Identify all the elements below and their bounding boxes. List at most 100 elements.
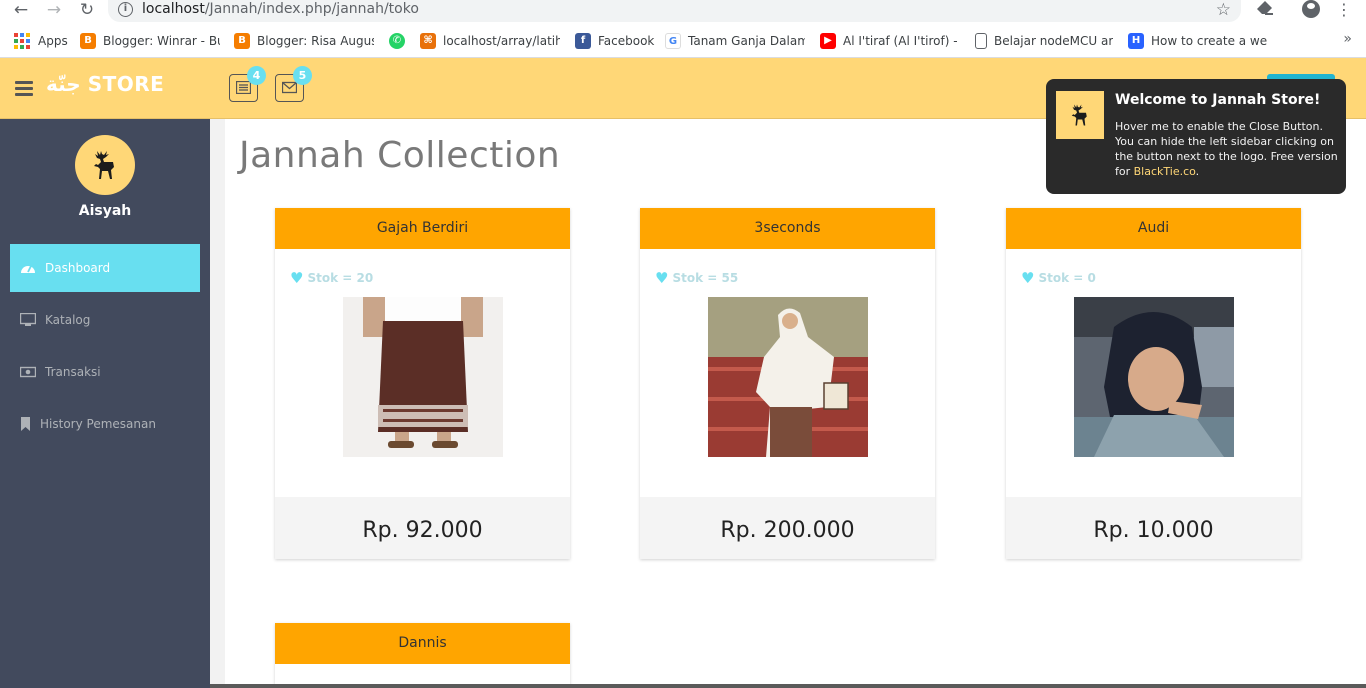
- heart-icon: ♥: [1021, 269, 1035, 287]
- main-content: Jannah Collection Gajah Berdiri ♥ Stok = …: [225, 119, 1366, 688]
- logo-arabic: جنّة: [46, 72, 81, 96]
- bookmark-label: Belajar nodeMCU ard: [994, 34, 1113, 48]
- avatar[interactable]: [75, 135, 135, 195]
- sidebar-item-label: History Pemesanan: [40, 417, 156, 431]
- bookmark-star-icon[interactable]: ☆: [1216, 0, 1231, 20]
- logo-text: STORE: [87, 72, 165, 96]
- user-name: Aisyah: [78, 203, 132, 219]
- product-body: ♥ Stok = 0: [1006, 249, 1301, 497]
- address-bar[interactable]: i localhost/Jannah/index.php/jannah/toko…: [108, 0, 1241, 22]
- bookmark-blogger-winrar[interactable]: B Blogger: Winrar - Bua: [80, 32, 220, 50]
- bookmark-label: Apps: [38, 34, 68, 48]
- bookmark-label: Blogger: Risa August: [257, 34, 374, 48]
- messages-button[interactable]: 5: [275, 66, 312, 102]
- sarong-photo[interactable]: [343, 297, 503, 457]
- youtube-icon: ▶: [820, 33, 836, 49]
- product-card[interactable]: 3seconds ♥ Stok = 55 Rp. 200.000: [640, 208, 935, 559]
- blogger-icon: B: [80, 33, 96, 49]
- localhost-icon: ⌘: [420, 33, 436, 49]
- page-title: Jannah Collection: [239, 135, 561, 176]
- heart-icon: ♥: [290, 269, 304, 287]
- hashnode-icon: H: [1128, 33, 1144, 49]
- product-name: 3seconds: [640, 208, 935, 249]
- blogger-icon: B: [234, 33, 250, 49]
- bookmark-facebook[interactable]: f Facebook: [575, 32, 655, 50]
- sidebar-item-dashboard[interactable]: Dashboard: [10, 244, 200, 292]
- stock-info: ♥ Stok = 55: [655, 269, 738, 287]
- sidebar-toggle-icon[interactable]: [15, 81, 33, 96]
- sidebar-item-katalog[interactable]: Katalog: [10, 296, 200, 344]
- product-price: Rp. 92.000: [275, 497, 570, 559]
- product-card[interactable]: Gajah Berdiri ♥ Stok = 20 Rp. 92.000: [275, 208, 570, 559]
- bookmark-label: Blogger: Winrar - Bua: [103, 34, 220, 48]
- stock-info: ♥ Stok = 20: [290, 269, 373, 287]
- welcome-notification[interactable]: Welcome to Jannah Store! Hover me to ena…: [1046, 79, 1346, 194]
- bookmark-al-itiraf[interactable]: ▶ Al I'tiraf (Al I'tirof) - S: [820, 32, 960, 50]
- deer-icon: [94, 151, 114, 179]
- notification-title: Welcome to Jannah Store!: [1115, 92, 1321, 108]
- messages-badge: 5: [293, 66, 312, 85]
- product-price: Rp. 200.000: [640, 497, 935, 559]
- tasks-badge: 4: [247, 66, 266, 85]
- document-icon: [975, 33, 987, 49]
- blacktie-link[interactable]: BlackTie.co: [1134, 165, 1196, 178]
- product-card[interactable]: Audi ♥ Stok = 0 Rp. 10.000: [1006, 208, 1301, 559]
- reload-icon[interactable]: ↻: [76, 0, 98, 20]
- bookmark-nodemcu[interactable]: Belajar nodeMCU ard: [975, 32, 1113, 50]
- stock-label: Stok = 55: [672, 271, 739, 285]
- notification-suffix: .: [1195, 165, 1200, 178]
- product-name: Dannis: [275, 623, 570, 664]
- browser-toolbar: ← → ↻ i localhost/Jannah/index.php/janna…: [0, 0, 1366, 24]
- apps-grid-icon: [14, 33, 30, 49]
- eraser-extension-icon[interactable]: [1255, 0, 1275, 20]
- bookmark-apps[interactable]: Apps: [14, 32, 74, 50]
- url-host: localhost: [142, 1, 205, 17]
- bookmark-icon: [20, 417, 31, 431]
- sidebar-item-label: Transaksi: [45, 365, 101, 379]
- info-icon[interactable]: i: [118, 2, 133, 17]
- profile-icon[interactable]: [1302, 0, 1320, 18]
- sidebar-item-label: Katalog: [45, 313, 91, 327]
- product-card[interactable]: Dannis: [275, 623, 570, 688]
- bookmark-label: Facebook: [598, 34, 655, 48]
- product-body: ♥ Stok = 55: [640, 249, 935, 497]
- menu-dots-icon[interactable]: ⋮: [1334, 0, 1354, 20]
- whatsapp-icon: ✆: [389, 33, 405, 49]
- url-path: /Jannah/index.php/jannah/toko: [204, 1, 419, 17]
- hijab-woman-bridge-photo[interactable]: [708, 297, 868, 457]
- sidebar-item-transaksi[interactable]: Transaksi: [10, 348, 200, 396]
- facebook-icon: f: [575, 33, 591, 49]
- bookmark-label: Al I'tiraf (Al I'tirof) - S: [843, 34, 960, 48]
- bookmark-localhost-array[interactable]: ⌘ localhost/array/latiha: [420, 32, 560, 50]
- heart-icon: ♥: [655, 269, 669, 287]
- google-icon: G: [665, 33, 681, 49]
- back-icon[interactable]: ←: [10, 0, 32, 20]
- url-text[interactable]: localhost/Jannah/index.php/jannah/toko: [142, 1, 419, 17]
- bookmark-blogger-risa[interactable]: B Blogger: Risa August: [234, 32, 374, 50]
- bookmark-label: localhost/array/latiha: [443, 34, 560, 48]
- tasks-icon: [236, 81, 251, 94]
- horizontal-scrollbar[interactable]: [210, 684, 1366, 688]
- tasks-button[interactable]: 4: [229, 66, 266, 102]
- notification-logo: [1056, 91, 1104, 139]
- bookmark-tanam-ganja[interactable]: G Tanam Ganja Dalam: [665, 32, 805, 50]
- bookmarks-bar: Apps B Blogger: Winrar - Bua B Blogger: …: [0, 24, 1366, 58]
- money-icon: [19, 365, 37, 379]
- monitor-icon: [19, 312, 37, 327]
- hijab-selfie-photo[interactable]: [1074, 297, 1234, 457]
- bookmark-whatsapp[interactable]: ✆: [389, 32, 409, 50]
- deer-icon: [1071, 104, 1087, 126]
- stock-label: Stok = 20: [307, 271, 374, 285]
- bookmark-label: Tanam Ganja Dalam: [688, 34, 805, 48]
- forward-icon[interactable]: →: [43, 0, 65, 20]
- product-name: Audi: [1006, 208, 1301, 249]
- bookmark-label: How to create a webs: [1151, 34, 1268, 48]
- sidebar-item-history[interactable]: History Pemesanan: [10, 400, 200, 448]
- bookmarks-overflow-icon[interactable]: »: [1343, 31, 1352, 47]
- sidebar-item-label: Dashboard: [45, 261, 111, 275]
- dashboard-icon: [20, 261, 36, 275]
- product-name: Gajah Berdiri: [275, 208, 570, 249]
- bookmark-create-website[interactable]: H How to create a webs: [1128, 32, 1268, 50]
- store-logo[interactable]: جنّة STORE: [46, 72, 164, 96]
- stock-info: ♥ Stok = 0: [1021, 269, 1096, 287]
